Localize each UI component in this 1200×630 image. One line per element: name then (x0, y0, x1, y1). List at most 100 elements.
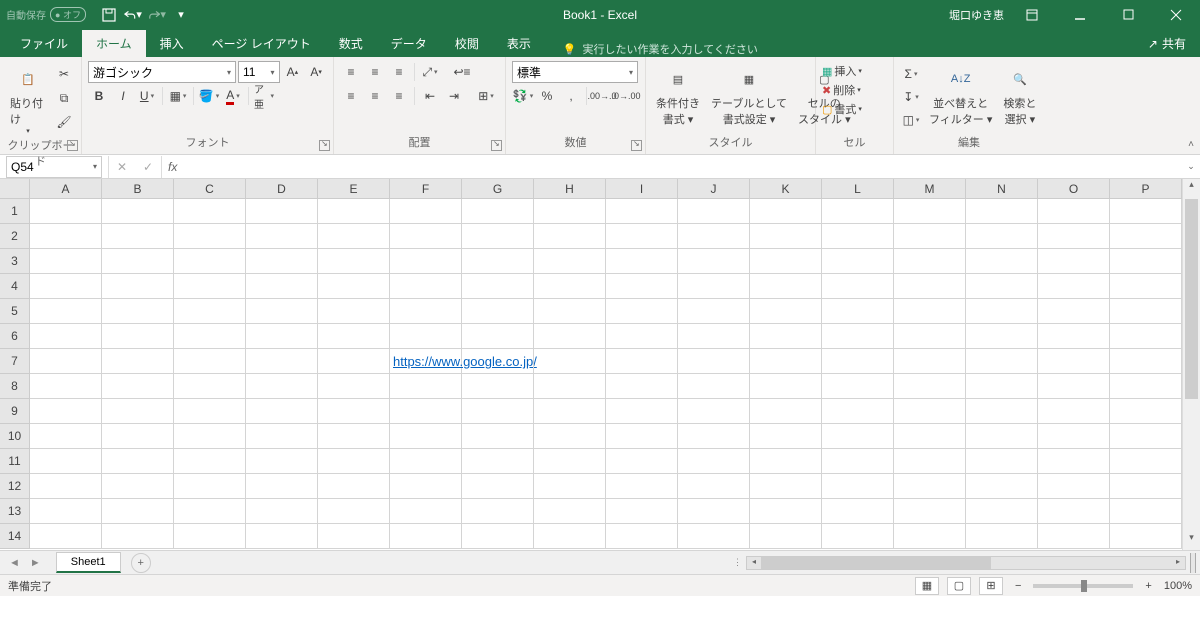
column-header-I[interactable]: I (606, 179, 678, 199)
cell-B11[interactable] (102, 449, 174, 474)
cell-N14[interactable] (966, 524, 1038, 549)
row-header-2[interactable]: 2 (0, 224, 30, 249)
cell-M6[interactable] (894, 324, 966, 349)
column-header-E[interactable]: E (318, 179, 390, 199)
row-header-1[interactable]: 1 (0, 199, 30, 224)
percent-icon[interactable]: % (536, 85, 558, 107)
cell-B8[interactable] (102, 374, 174, 399)
page-layout-view-icon[interactable]: ▢ (947, 577, 971, 595)
bold-button[interactable]: B (88, 85, 110, 107)
column-header-L[interactable]: L (822, 179, 894, 199)
cell-L9[interactable] (822, 399, 894, 424)
increase-indent-icon[interactable]: ⇥ (443, 85, 465, 107)
paste-button[interactable]: 📋 貼り付け▾ (6, 61, 50, 137)
cell-K6[interactable] (750, 324, 822, 349)
cell-B13[interactable] (102, 499, 174, 524)
row-header-4[interactable]: 4 (0, 274, 30, 299)
cell-H9[interactable] (534, 399, 606, 424)
cell-O13[interactable] (1038, 499, 1110, 524)
cell-B12[interactable] (102, 474, 174, 499)
font-color-icon[interactable]: A (222, 85, 244, 107)
align-center-icon[interactable]: ≡ (364, 85, 386, 107)
number-launcher[interactable] (631, 140, 642, 151)
cell-A4[interactable] (30, 274, 102, 299)
underline-button[interactable]: U (136, 85, 158, 107)
maximize-icon[interactable] (1108, 0, 1148, 29)
cell-F7[interactable]: https://www.google.co.jp/ (390, 349, 462, 374)
cell-M3[interactable] (894, 249, 966, 274)
merge-center-icon[interactable]: ⊞ (475, 85, 497, 107)
cell-H1[interactable] (534, 199, 606, 224)
clipboard-launcher[interactable] (67, 140, 78, 151)
cell-P10[interactable] (1110, 424, 1182, 449)
cut-icon[interactable]: ✂ (53, 63, 75, 85)
cell-O11[interactable] (1038, 449, 1110, 474)
sheet-nav-prev-icon[interactable]: ◄ (6, 557, 23, 569)
cell-O4[interactable] (1038, 274, 1110, 299)
cell-I12[interactable] (606, 474, 678, 499)
save-icon[interactable] (100, 6, 118, 24)
row-header-11[interactable]: 11 (0, 449, 30, 474)
cell-F14[interactable] (390, 524, 462, 549)
cell-F3[interactable] (390, 249, 462, 274)
column-header-H[interactable]: H (534, 179, 606, 199)
cell-J9[interactable] (678, 399, 750, 424)
tab-file[interactable]: ファイル (6, 30, 82, 57)
column-header-D[interactable]: D (246, 179, 318, 199)
user-name[interactable]: 堀口ゆき恵 (949, 7, 1004, 23)
cell-F5[interactable] (390, 299, 462, 324)
cell-N4[interactable] (966, 274, 1038, 299)
hscroll-thumb[interactable] (761, 557, 991, 569)
font-launcher[interactable] (319, 140, 330, 151)
cell-E13[interactable] (318, 499, 390, 524)
cell-E1[interactable] (318, 199, 390, 224)
copy-icon[interactable]: ⧉ (53, 87, 75, 109)
column-header-A[interactable]: A (30, 179, 102, 199)
align-right-icon[interactable]: ≡ (388, 85, 410, 107)
cell-P8[interactable] (1110, 374, 1182, 399)
cell-M13[interactable] (894, 499, 966, 524)
cell-P6[interactable] (1110, 324, 1182, 349)
cell-N10[interactable] (966, 424, 1038, 449)
cell-A13[interactable] (30, 499, 102, 524)
row-header-10[interactable]: 10 (0, 424, 30, 449)
cell-K7[interactable] (750, 349, 822, 374)
cell-H3[interactable] (534, 249, 606, 274)
cell-H11[interactable] (534, 449, 606, 474)
column-header-C[interactable]: C (174, 179, 246, 199)
cell-B9[interactable] (102, 399, 174, 424)
cell-D11[interactable] (246, 449, 318, 474)
cell-J5[interactable] (678, 299, 750, 324)
insert-cells-button[interactable]: ▦ 挿入 ▾ (822, 63, 887, 79)
cell-D12[interactable] (246, 474, 318, 499)
cell-H14[interactable] (534, 524, 606, 549)
cell-N8[interactable] (966, 374, 1038, 399)
cell-N6[interactable] (966, 324, 1038, 349)
cell-J13[interactable] (678, 499, 750, 524)
cell-I3[interactable] (606, 249, 678, 274)
number-format-combo[interactable]: 標準 (512, 61, 638, 83)
cell-H13[interactable] (534, 499, 606, 524)
cell-D1[interactable] (246, 199, 318, 224)
cell-B2[interactable] (102, 224, 174, 249)
cell-L10[interactable] (822, 424, 894, 449)
cell-P13[interactable] (1110, 499, 1182, 524)
cell-E4[interactable] (318, 274, 390, 299)
cell-B4[interactable] (102, 274, 174, 299)
row-header-3[interactable]: 3 (0, 249, 30, 274)
cell-A3[interactable] (30, 249, 102, 274)
cell-I6[interactable] (606, 324, 678, 349)
align-left-icon[interactable]: ≡ (340, 85, 362, 107)
cell-H8[interactable] (534, 374, 606, 399)
align-middle-icon[interactable]: ≡ (364, 61, 386, 83)
cell-B6[interactable] (102, 324, 174, 349)
row-header-6[interactable]: 6 (0, 324, 30, 349)
vscroll-thumb[interactable] (1185, 199, 1198, 399)
cell-K4[interactable] (750, 274, 822, 299)
cell-L4[interactable] (822, 274, 894, 299)
cell-B1[interactable] (102, 199, 174, 224)
sort-filter-button[interactable]: A↓Z並べ替えと フィルター ▾ (925, 61, 996, 131)
cell-G6[interactable] (462, 324, 534, 349)
cell-A2[interactable] (30, 224, 102, 249)
align-top-icon[interactable]: ≡ (340, 61, 362, 83)
